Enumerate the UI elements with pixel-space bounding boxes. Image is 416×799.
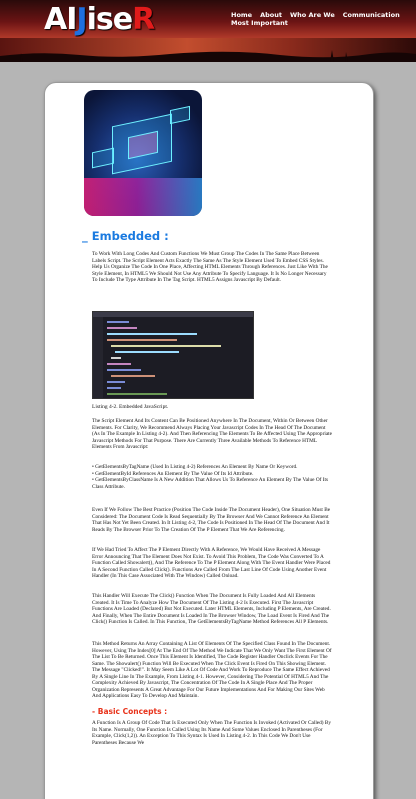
hero-image <box>84 90 202 216</box>
code-line <box>115 351 179 353</box>
code-caption: Listing 4-2. Embedded JavaScript. <box>92 404 169 410</box>
intro-paragraph: To Work With Long Codes And Custom Funct… <box>92 251 328 283</box>
code-line <box>107 393 167 395</box>
list-item: • GetElementsByTagName (Used In Listing … <box>92 464 298 470</box>
code-line <box>111 345 221 347</box>
editor-gutter <box>93 317 103 398</box>
logo-text-r: R <box>132 2 155 37</box>
list-item: • GetElementsByClassName Is A New Additi… <box>92 477 329 490</box>
logo-text-j: J <box>76 2 87 37</box>
paragraph-function: A Function Is A Group Of Code That Is Ex… <box>92 720 332 746</box>
code-line <box>107 381 125 383</box>
hero-glow <box>84 178 202 216</box>
site-logo[interactable]: AIJiseR <box>44 2 155 42</box>
hero-panel <box>92 147 114 169</box>
paragraph-method-array: This Method Returns An Array Containing … <box>92 641 332 699</box>
section-heading-embedded: _ Embedded : <box>82 229 169 243</box>
code-line <box>107 339 177 341</box>
section-heading-basic-concepts: - Basic Concepts : <box>92 707 168 716</box>
code-line <box>107 387 121 389</box>
main-nav: Home About Who Are We Communication Most Im… <box>231 11 411 27</box>
nav-about[interactable]: About <box>260 11 282 19</box>
code-line <box>107 369 141 371</box>
nav-home[interactable]: Home <box>231 11 252 19</box>
methods-list: • GetElementsByTagName (Used In Listing … <box>92 464 332 490</box>
nav-communication[interactable]: Communication <box>343 11 400 19</box>
paragraph-p-element: If We Had Tried To Affect The P Element … <box>92 547 331 579</box>
paragraph-script-position: The Script Element And Its Content Can B… <box>92 418 332 450</box>
code-line <box>111 357 121 359</box>
silhouette-hills <box>0 50 416 62</box>
editor-titlebar <box>93 312 253 317</box>
hero-panel <box>170 105 190 125</box>
nav-most-important[interactable]: Most Important <box>231 19 288 27</box>
logo-text-ai: AI <box>44 2 77 37</box>
code-line <box>107 363 131 365</box>
logo-text-ise: ise <box>86 2 133 37</box>
nav-who-are-we[interactable]: Who Are We <box>290 11 335 19</box>
paragraph-handler: This Handler Will Execute The Click() Fu… <box>92 593 331 625</box>
code-line <box>107 327 137 329</box>
code-editor-image <box>92 311 254 399</box>
site-header: AIJiseR Home About Who Are We Communication… <box>0 0 416 62</box>
code-line <box>107 321 129 323</box>
code-line <box>111 375 155 377</box>
code-line <box>107 333 197 335</box>
paragraph-best-practice: Even If We Follow The Best Practice (Pos… <box>92 507 331 533</box>
